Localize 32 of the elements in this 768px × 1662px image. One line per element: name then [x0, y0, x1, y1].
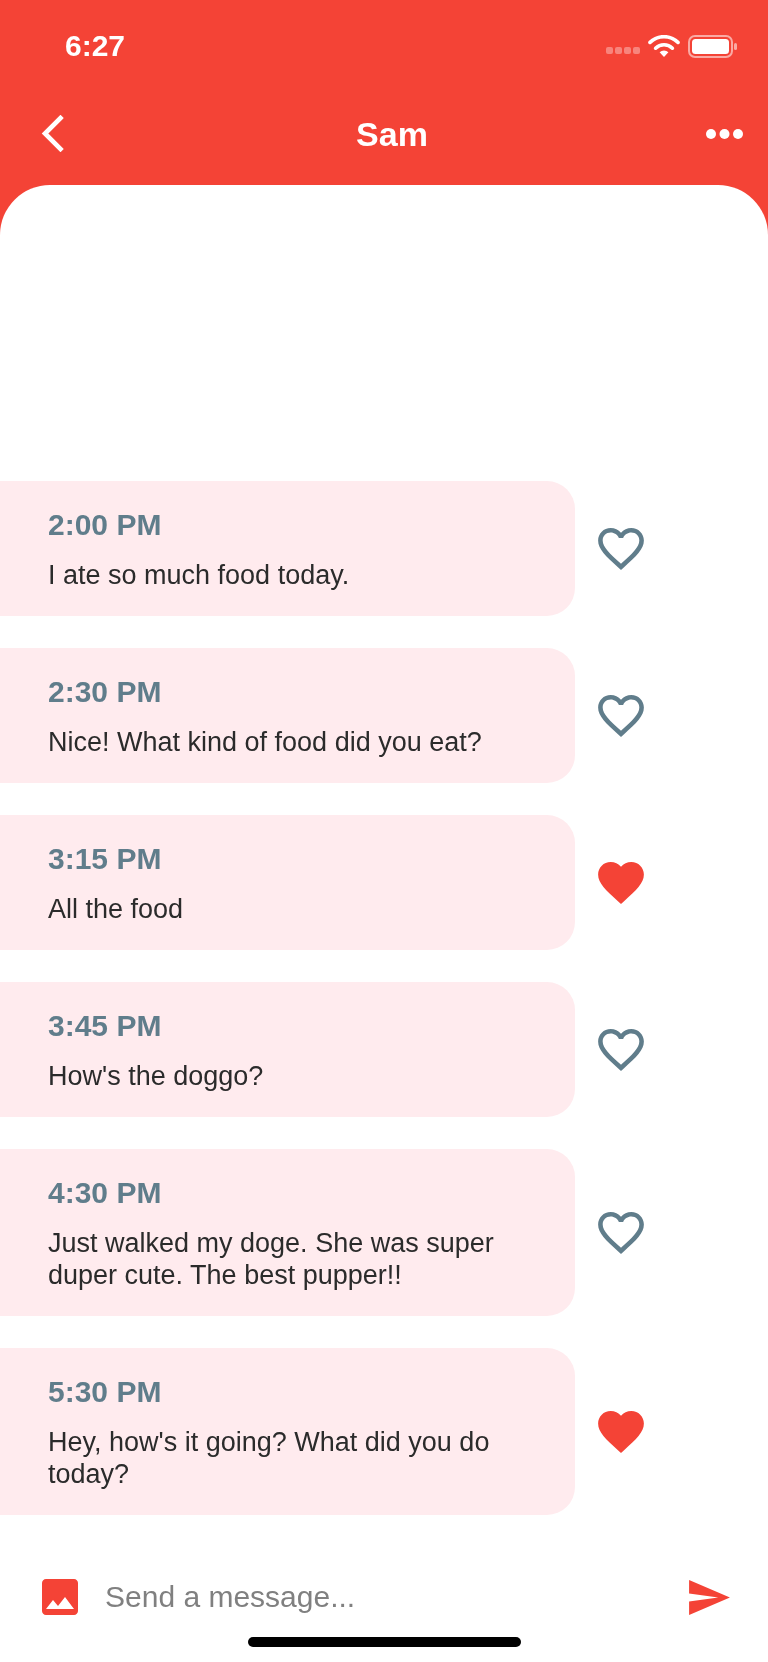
message-text: Nice! What kind of food did you eat? [48, 726, 483, 758]
status-time: 6:27 [65, 28, 126, 64]
heart-icon[interactable] [598, 861, 644, 904]
message-text: All the food [48, 893, 185, 925]
image-button[interactable] [42, 1579, 78, 1615]
message-time: 3:45 PM [48, 1009, 163, 1043]
message-time: 3:15 PM [48, 842, 163, 876]
more-button[interactable] [706, 128, 743, 139]
message-time: 5:30 PM [48, 1375, 163, 1409]
battery-icon [688, 34, 737, 58]
message-text: How's the doggo? [48, 1060, 265, 1092]
message-time: 2:30 PM [48, 675, 163, 709]
message-text: I ate so much food today. [48, 559, 351, 591]
message-time: 4:30 PM [48, 1176, 163, 1210]
message-time: 2:00 PM [48, 508, 163, 542]
message-text: Just walked my doge. She was super duper cute. The best pupper!! [48, 1227, 495, 1291]
chat-title: Sam [356, 113, 428, 154]
wifi-icon [648, 35, 680, 57]
heart-icon[interactable] [598, 694, 644, 737]
heart-icon[interactable] [598, 1211, 644, 1254]
chevron-left-icon [41, 115, 64, 152]
more-icon [706, 128, 743, 139]
heart-icon[interactable] [598, 1410, 644, 1453]
heart-icon[interactable] [598, 1028, 644, 1071]
send-icon [689, 1579, 730, 1615]
send-button[interactable] [689, 1579, 730, 1615]
image-icon [42, 1579, 78, 1615]
message-input[interactable]: Send a message... [105, 1577, 662, 1617]
signal-icon [606, 46, 640, 54]
message-text: Hey, how's it going? What did you do today? [48, 1426, 491, 1490]
heart-icon[interactable] [598, 527, 644, 570]
back-button[interactable] [41, 115, 64, 152]
